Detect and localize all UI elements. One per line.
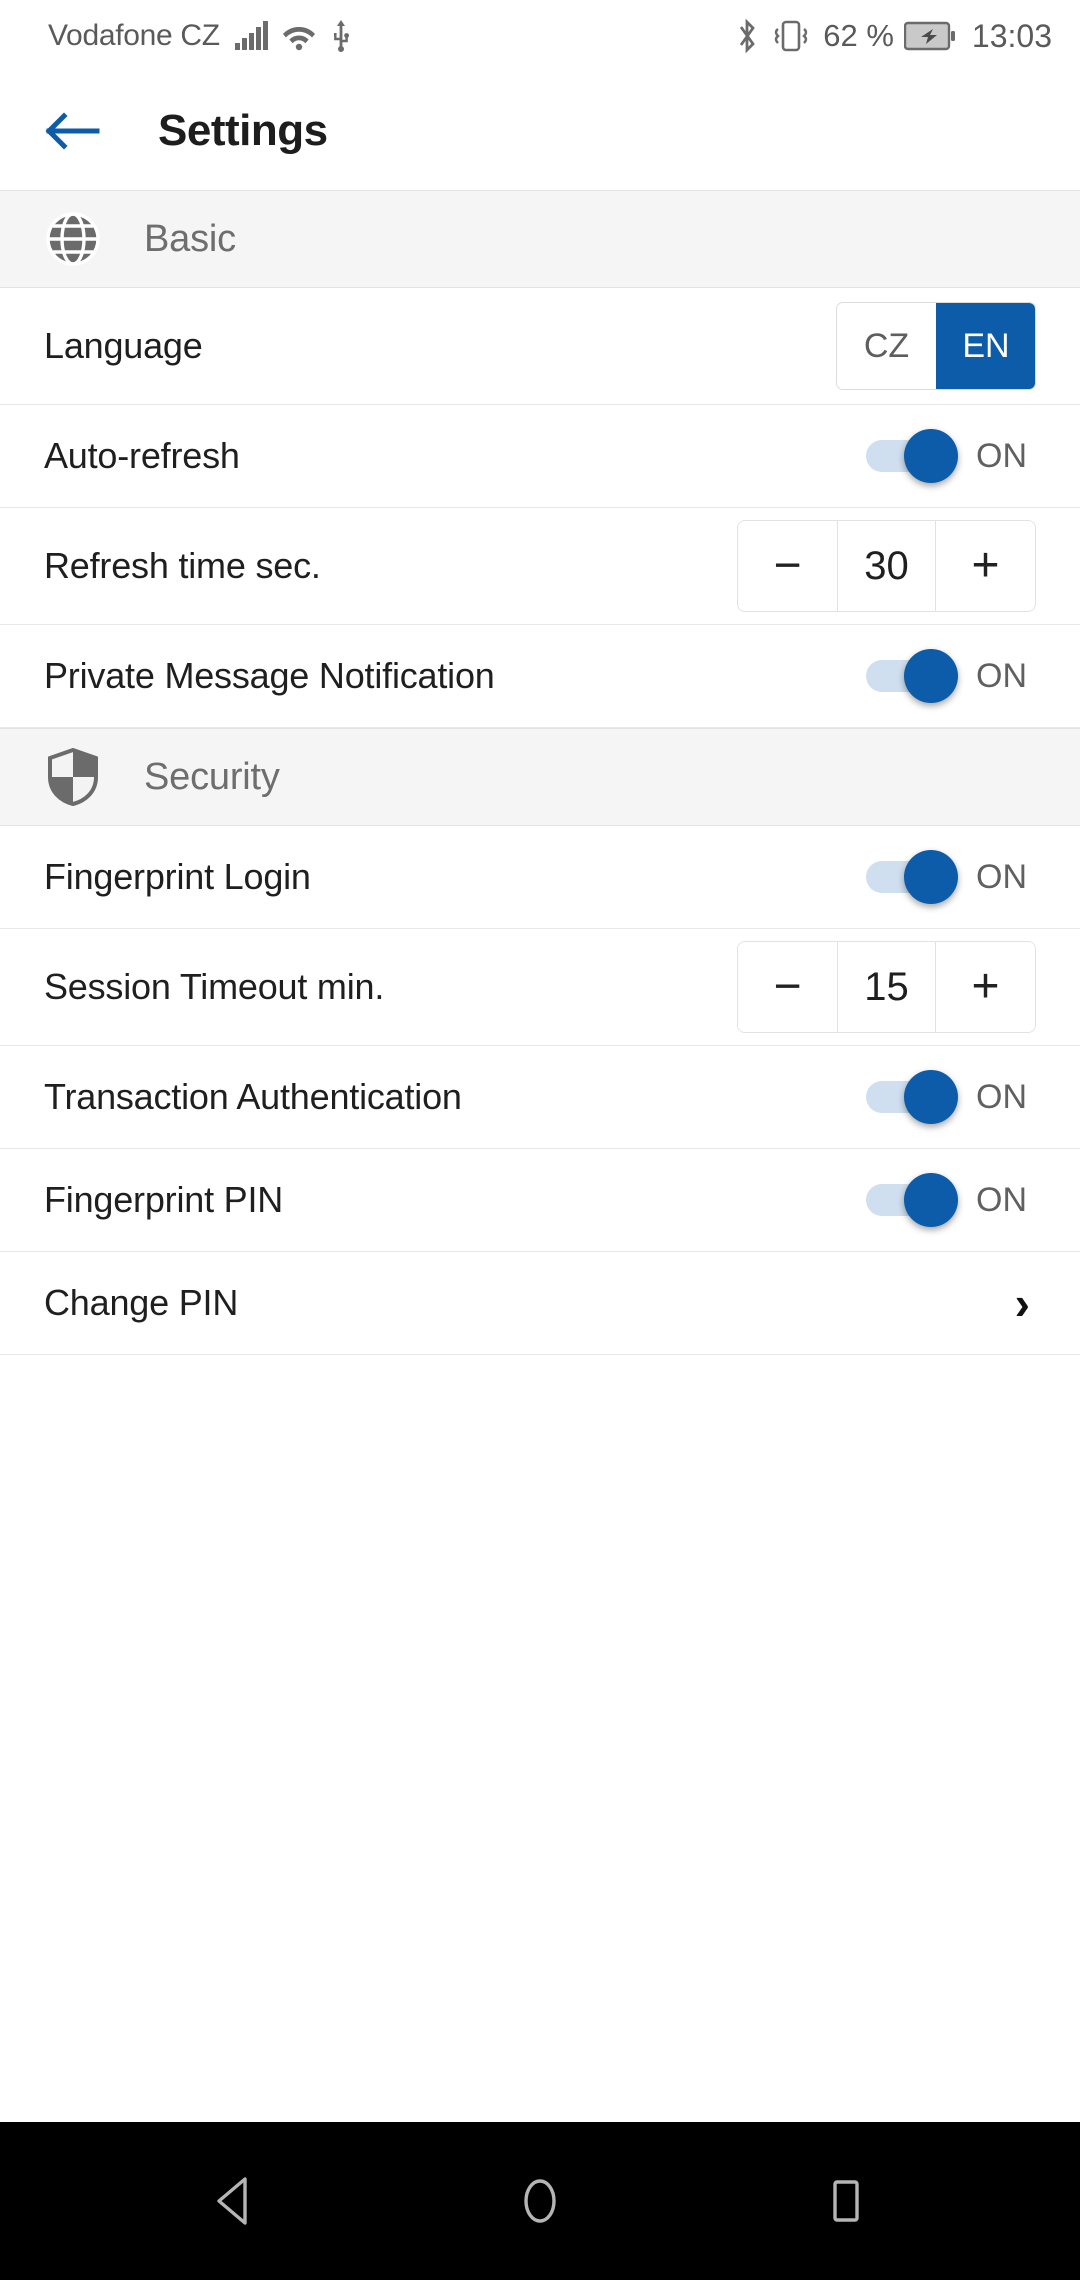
- refresh-time-value[interactable]: 30: [837, 521, 936, 611]
- toggle-thumb: [904, 1070, 958, 1124]
- app-bar: Settings: [0, 72, 1080, 190]
- row-label-refresh-time: Refresh time sec.: [44, 545, 321, 586]
- nav-recents-square-icon: [833, 2180, 859, 2222]
- nav-back-triangle-icon: [217, 2177, 247, 2225]
- auto-refresh-toggle[interactable]: [866, 429, 958, 483]
- shield-icon: [44, 748, 102, 806]
- row-label-language: Language: [44, 325, 203, 366]
- page-title: Settings: [158, 106, 328, 155]
- row-transaction-authentication[interactable]: Transaction Authentication ON: [0, 1046, 1080, 1149]
- private-message-notification-control: ON: [866, 649, 1036, 703]
- fingerprint-pin-toggle[interactable]: [866, 1173, 958, 1227]
- row-label-fingerprint-login: Fingerprint Login: [44, 856, 311, 897]
- back-button[interactable]: [44, 95, 116, 167]
- vibrate-icon: [775, 20, 808, 52]
- row-label-fingerprint-pin: Fingerprint PIN: [44, 1179, 284, 1220]
- battery-percent-label: 62 %: [823, 18, 894, 53]
- fingerprint-pin-control: ON: [866, 1173, 1036, 1227]
- session-timeout-increment-button[interactable]: +: [936, 942, 1035, 1032]
- toggle-thumb: [904, 850, 958, 904]
- android-navigation-bar: [0, 2122, 1080, 2280]
- session-timeout-control: − 15 +: [737, 941, 1036, 1033]
- row-label-transaction-authentication: Transaction Authentication: [44, 1076, 462, 1117]
- row-change-pin[interactable]: Change PIN ›: [0, 1252, 1080, 1355]
- row-language[interactable]: Language CZ EN: [0, 288, 1080, 405]
- session-timeout-value[interactable]: 15: [837, 942, 936, 1032]
- section-title-security: Security: [144, 755, 280, 798]
- row-label-auto-refresh: Auto-refresh: [44, 435, 240, 476]
- fingerprint-login-control: ON: [866, 850, 1036, 904]
- session-timeout-decrement-button[interactable]: −: [738, 942, 837, 1032]
- refresh-time-decrement-button[interactable]: −: [738, 521, 837, 611]
- nav-back-button[interactable]: [188, 2155, 280, 2247]
- battery-charging-icon: [903, 21, 955, 51]
- change-pin-control: ›: [1015, 1280, 1036, 1326]
- settings-list: Basic Language CZ EN Auto-refresh ON Ref…: [0, 190, 1080, 2122]
- row-auto-refresh[interactable]: Auto-refresh ON: [0, 405, 1080, 508]
- transaction-authentication-state-label: ON: [976, 1077, 1027, 1116]
- fingerprint-login-state-label: ON: [976, 857, 1027, 896]
- row-label-private-message-notification: Private Message Notification: [44, 655, 495, 696]
- arrow-left-icon: [45, 112, 100, 150]
- wifi-icon: [282, 27, 315, 51]
- nav-home-button[interactable]: [494, 2155, 586, 2247]
- transaction-authentication-toggle[interactable]: [866, 1070, 958, 1124]
- row-label-change-pin: Change PIN: [44, 1282, 239, 1323]
- private-message-notification-toggle[interactable]: [866, 649, 958, 703]
- section-header-basic: Basic: [0, 190, 1080, 288]
- status-bar-right: 62 % 13:03: [735, 18, 1052, 55]
- phone-screen: Vodafone CZ 62 % 13:03 Settings Basic La…: [0, 0, 1080, 2280]
- refresh-time-increment-button[interactable]: +: [936, 521, 1035, 611]
- language-segmented-control[interactable]: CZ EN: [836, 302, 1036, 390]
- carrier-label: Vodafone CZ: [48, 19, 220, 52]
- row-refresh-time[interactable]: Refresh time sec. − 30 +: [0, 508, 1080, 625]
- status-bar-clock: 13:03: [971, 17, 1052, 54]
- toggle-thumb: [904, 1173, 958, 1227]
- row-label-session-timeout: Session Timeout min.: [44, 966, 385, 1007]
- chevron-right-icon[interactable]: ›: [1015, 1280, 1036, 1326]
- auto-refresh-state-label: ON: [976, 436, 1027, 475]
- cellular-signal-icon: [234, 21, 268, 50]
- session-timeout-stepper[interactable]: − 15 +: [737, 941, 1036, 1033]
- row-fingerprint-pin[interactable]: Fingerprint PIN ON: [0, 1149, 1080, 1252]
- bluetooth-icon: [740, 18, 756, 54]
- usb-icon: [333, 20, 349, 52]
- nav-home-circle-icon: [524, 2179, 556, 2223]
- language-option-cz[interactable]: CZ: [837, 303, 936, 389]
- toggle-thumb: [904, 429, 958, 483]
- private-message-notification-state-label: ON: [976, 656, 1027, 695]
- row-private-message-notification[interactable]: Private Message Notification ON: [0, 625, 1080, 728]
- status-bar: Vodafone CZ 62 % 13:03: [0, 0, 1080, 72]
- auto-refresh-control: ON: [866, 429, 1036, 483]
- fingerprint-pin-state-label: ON: [976, 1180, 1027, 1219]
- section-title-basic: Basic: [144, 217, 236, 260]
- language-option-en[interactable]: EN: [936, 303, 1035, 389]
- refresh-time-stepper[interactable]: − 30 +: [737, 520, 1036, 612]
- section-header-security: Security: [0, 728, 1080, 826]
- language-control: CZ EN: [836, 302, 1036, 390]
- toggle-thumb: [904, 649, 958, 703]
- globe-icon: [44, 210, 102, 268]
- nav-recents-button[interactable]: [800, 2155, 892, 2247]
- status-bar-left: Vodafone CZ: [48, 19, 352, 53]
- row-session-timeout[interactable]: Session Timeout min. − 15 +: [0, 929, 1080, 1046]
- refresh-time-control: − 30 +: [737, 520, 1036, 612]
- transaction-authentication-control: ON: [866, 1070, 1036, 1124]
- fingerprint-login-toggle[interactable]: [866, 850, 958, 904]
- row-fingerprint-login[interactable]: Fingerprint Login ON: [0, 826, 1080, 929]
